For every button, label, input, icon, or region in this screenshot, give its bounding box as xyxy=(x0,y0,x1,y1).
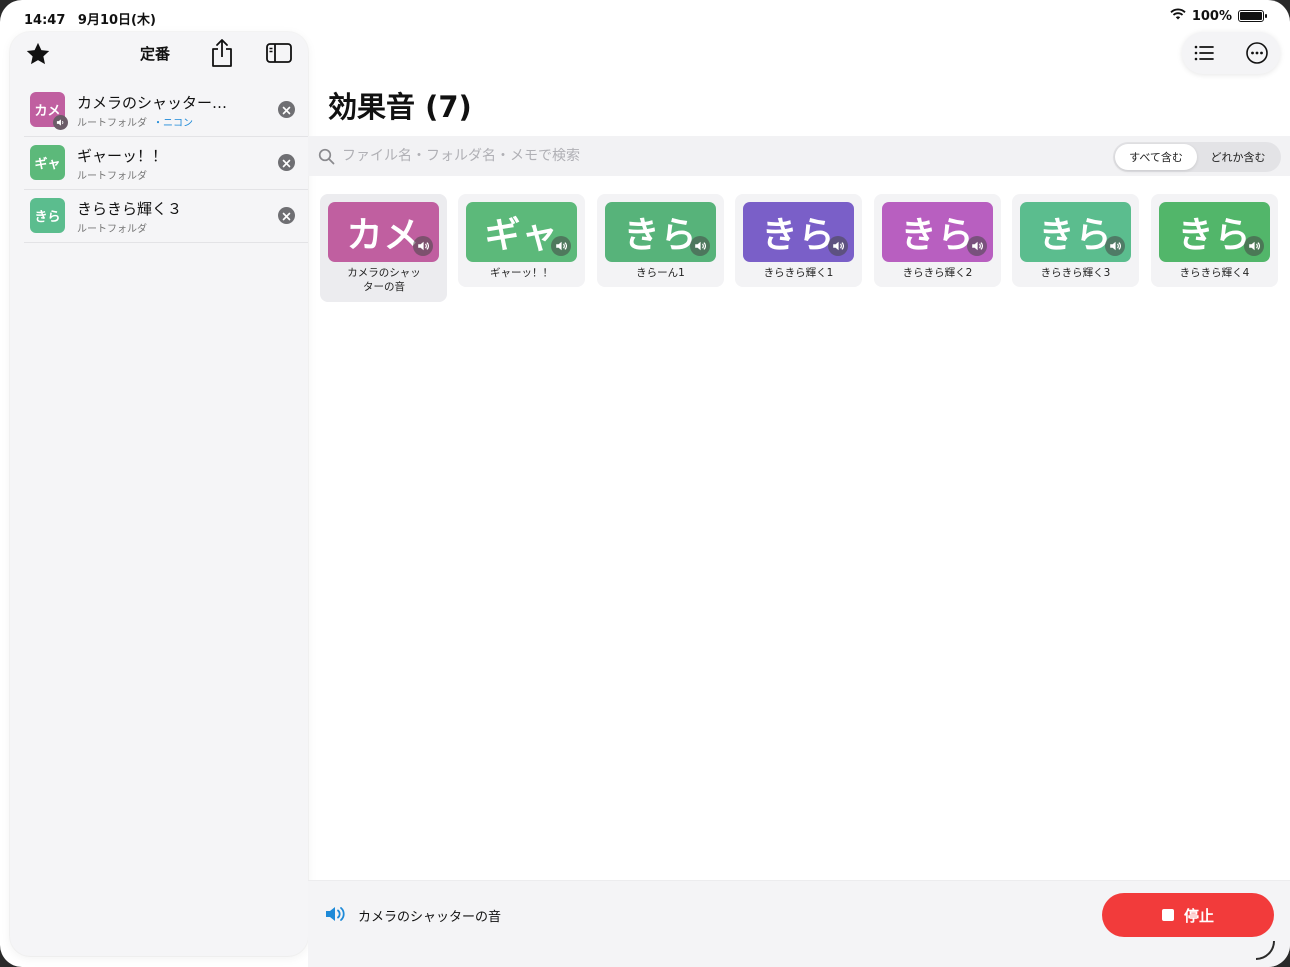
close-icon xyxy=(282,206,291,225)
sidebar-title: 定番 xyxy=(140,45,171,63)
status-time-text: 14:47 xyxy=(24,13,66,28)
sound-art: カメ xyxy=(328,202,439,262)
favorite-folder: ルートフォルダ xyxy=(77,220,147,235)
speaker-icon xyxy=(53,115,68,130)
wifi-icon xyxy=(1170,8,1186,24)
sound-label: カメラのシャッターの音 xyxy=(347,267,421,293)
sound-label: ギャーッ！！ xyxy=(490,267,553,279)
status-right: 100% xyxy=(1170,8,1267,24)
sidebar-toolbar: 定番 xyxy=(10,32,308,76)
page-title: 効果音 (7) xyxy=(328,90,472,124)
favorites-sidebar: 定番 カメ カメラのシャッター… ルートフォルダ ・ニコン ギャ ギャーッ！！ … xyxy=(10,32,308,956)
thumbnail-text: きら xyxy=(34,210,61,225)
sound-art: きら xyxy=(882,202,993,262)
favorites-list: カメ カメラのシャッター… ルートフォルダ ・ニコン ギャ ギャーッ！！ ルート… xyxy=(24,84,308,243)
sound-thumbnail: ギャ xyxy=(30,145,65,180)
sound-tile[interactable]: カメ カメラのシャッターの音 xyxy=(320,194,447,302)
search-icon xyxy=(318,148,335,165)
search-input[interactable] xyxy=(342,144,1042,168)
status-time: 14:47 9月10日(木) xyxy=(24,9,156,28)
speaker-icon xyxy=(551,236,571,256)
folder-text: ルートフォルダ xyxy=(77,224,147,235)
folder-text: ルートフォルダ xyxy=(77,118,147,129)
list-item[interactable]: きら きらきら輝く３ ルートフォルダ xyxy=(24,190,308,243)
close-icon xyxy=(282,153,291,172)
sound-label: きらーん1 xyxy=(636,267,685,279)
sound-tile[interactable]: ギャ ギャーッ！！ xyxy=(458,194,585,287)
segment-all[interactable]: すべて含む xyxy=(1115,144,1197,170)
sound-thumbnail: カメ xyxy=(30,92,68,130)
sound-art: ギャ xyxy=(466,202,577,262)
sound-label: きらきら輝く1 xyxy=(763,267,834,279)
sound-art-text: カメ xyxy=(346,215,421,256)
sound-label: きらきら輝く4 xyxy=(1179,267,1250,279)
sound-label: きらきら輝く3 xyxy=(1040,267,1111,279)
tag-text: ・ニコン xyxy=(153,118,193,129)
remove-button[interactable] xyxy=(278,154,295,171)
close-icon xyxy=(282,100,291,119)
sound-art-text: きら xyxy=(761,215,836,256)
speaker-icon xyxy=(324,905,346,923)
favorite-folder: ルートフォルダ xyxy=(77,167,147,182)
speaker-icon xyxy=(690,236,710,256)
sound-art: きら xyxy=(1020,202,1131,262)
speaker-icon xyxy=(413,236,433,256)
player-bar: カメラのシャッターの音 停止 xyxy=(308,880,1290,967)
favorite-folder: ルートフォルダ ・ニコン xyxy=(77,114,193,129)
sound-tile[interactable]: きら きらきら輝く4 xyxy=(1151,194,1278,287)
battery-icon xyxy=(1238,10,1267,22)
stop-button[interactable]: 停止 xyxy=(1102,893,1274,937)
match-mode-segmented: すべて含む どれか含む xyxy=(1113,142,1281,172)
favorite-name: きらきら輝く３ xyxy=(77,200,183,218)
sound-tile[interactable]: きら きらきら輝く2 xyxy=(874,194,1001,287)
sound-label: きらきら輝く2 xyxy=(902,267,973,279)
sound-art: きら xyxy=(605,202,716,262)
speaker-icon xyxy=(1244,236,1264,256)
more-icon[interactable] xyxy=(1245,41,1269,65)
ipad-screen: 14:47 9月10日(木) 100% 定番 カメ カメラのシャッター… ルート… xyxy=(0,0,1290,967)
speaker-icon xyxy=(1105,236,1125,256)
speaker-icon xyxy=(967,236,987,256)
main-content: 効果音 (7) すべて含む どれか含む カメ カメラのシャッターの音 xyxy=(308,32,1290,967)
star-icon[interactable] xyxy=(24,40,52,68)
remove-button[interactable] xyxy=(278,101,295,118)
sound-art: きら xyxy=(1159,202,1270,262)
sound-tile[interactable]: きら きらーん1 xyxy=(597,194,724,287)
stop-label: 停止 xyxy=(1183,906,1214,925)
now-playing-title: カメラのシャッターの音 xyxy=(358,910,502,925)
status-date-text: 9月10日(木) xyxy=(77,13,156,28)
list-item[interactable]: カメ カメラのシャッター… ルートフォルダ ・ニコン xyxy=(24,84,308,137)
sound-tile[interactable]: きら きらきら輝く1 xyxy=(735,194,862,287)
sound-art: きら xyxy=(743,202,854,262)
sound-tile[interactable]: きら きらきら輝く3 xyxy=(1012,194,1139,287)
sound-art-text: きら xyxy=(1177,215,1252,256)
segment-any[interactable]: どれか含む xyxy=(1197,144,1279,170)
stop-icon xyxy=(1161,909,1174,921)
battery-percent: 100% xyxy=(1191,8,1232,24)
speaker-icon xyxy=(828,236,848,256)
share-icon[interactable] xyxy=(209,38,235,68)
thumbnail-text: ギャ xyxy=(34,157,61,172)
search-bar: すべて含む どれか含む xyxy=(308,136,1290,176)
sound-art-text: ギャ xyxy=(484,215,559,256)
favorite-name: ギャーッ！！ xyxy=(77,147,168,165)
list-item[interactable]: ギャ ギャーッ！！ ルートフォルダ xyxy=(24,137,308,190)
resize-handle[interactable] xyxy=(1254,939,1276,961)
top-controls xyxy=(1182,32,1280,74)
remove-button[interactable] xyxy=(278,207,295,224)
sound-art-text: きら xyxy=(900,215,975,256)
folder-text: ルートフォルダ xyxy=(77,171,147,182)
favorite-name: カメラのシャッター… xyxy=(77,94,228,112)
sound-art-text: きら xyxy=(1038,215,1113,256)
sound-thumbnail: きら xyxy=(30,198,65,233)
sidebar-toggle-icon[interactable] xyxy=(265,41,293,65)
sound-art-text: きら xyxy=(623,215,698,256)
status-bar: 14:47 9月10日(木) 100% xyxy=(0,0,1290,34)
list-icon[interactable] xyxy=(1192,41,1216,65)
